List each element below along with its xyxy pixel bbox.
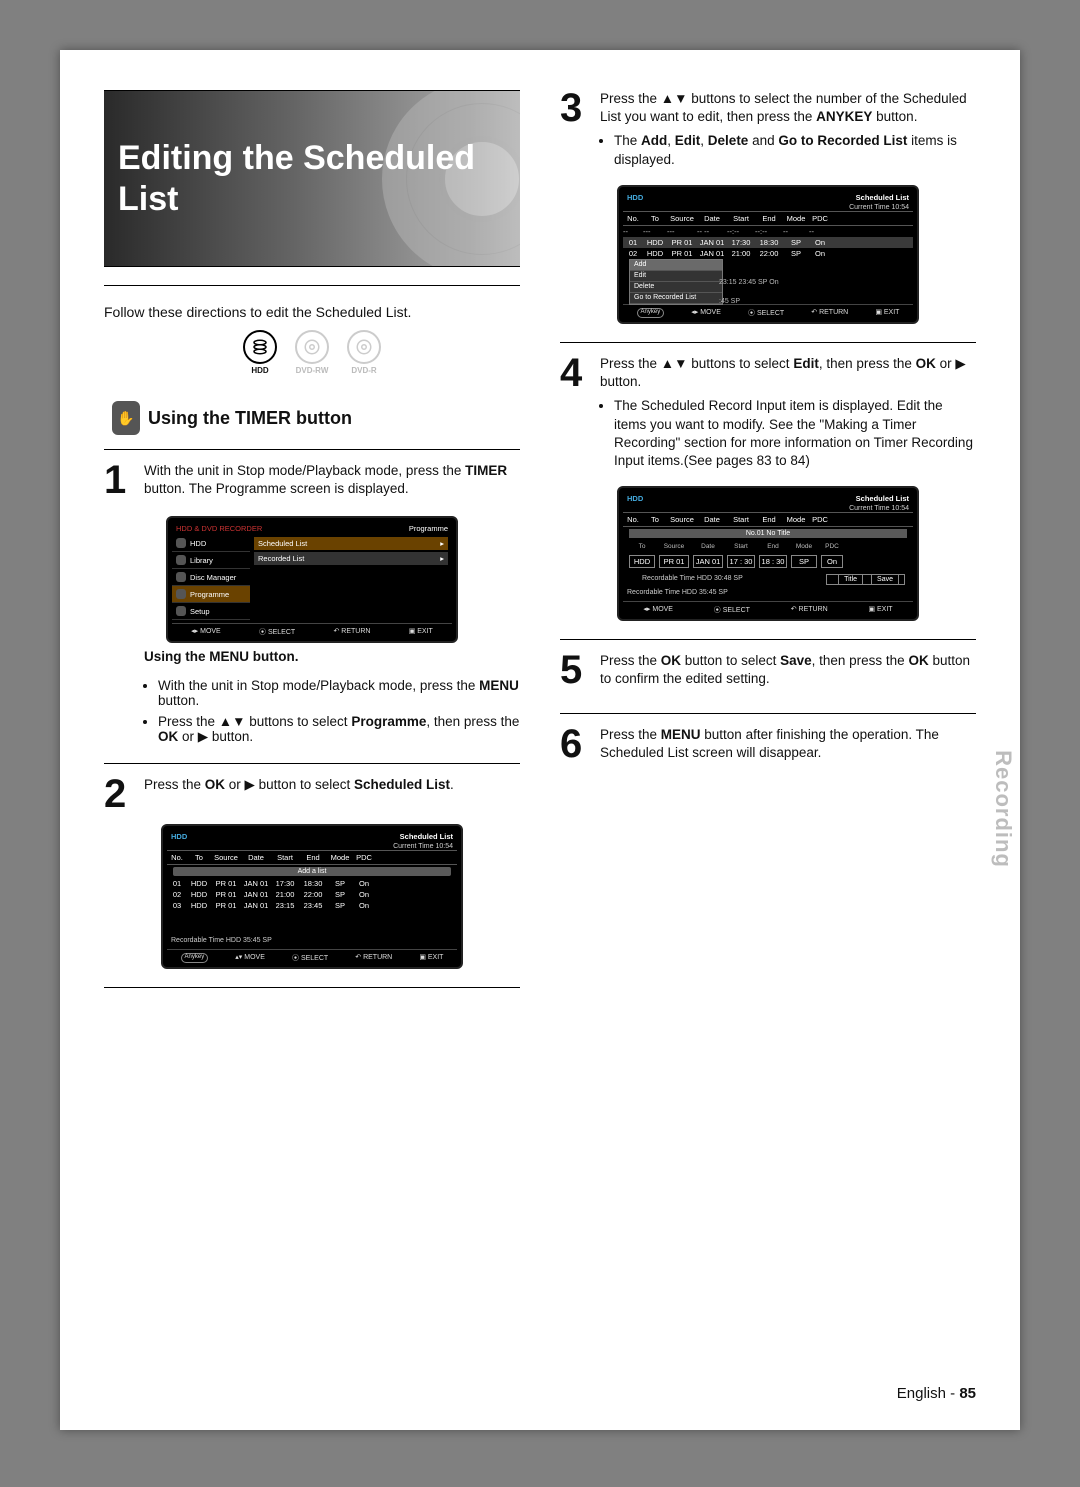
list-item: Press the ▲▼ buttons to select Programme… — [158, 714, 520, 745]
badge-label: DVD-R — [351, 366, 376, 375]
osd-hdd-label: HDD — [171, 832, 187, 841]
step-number: 4 — [560, 355, 594, 474]
osd-edit-bar: No.01 No Title — [629, 529, 907, 538]
hdd-badge: HDD — [238, 330, 282, 375]
step-text: Press the ▲▼ buttons to select the numbe… — [600, 90, 976, 126]
section-tab: Recording — [986, 742, 1020, 876]
dvd-rw-badge: DVD-RW — [290, 330, 334, 375]
left-column: Editing the Scheduled List Follow these … — [104, 90, 520, 996]
step-4: 4 Press the ▲▼ buttons to select Edit, t… — [560, 355, 976, 474]
ctx-item-add: Add — [630, 260, 722, 271]
step-3: 3 Press the ▲▼ buttons to select the num… — [560, 90, 976, 173]
osd-panel-item: Scheduled List — [258, 539, 307, 548]
osd-hint: EXIT — [417, 628, 433, 635]
osd-side-menu: HDD Library Disc Manager Programme Setup — [172, 535, 250, 620]
step-number: 6 — [560, 726, 594, 768]
step-text: Press the MENU button after finishing th… — [600, 726, 976, 762]
step-bullet: The Scheduled Record Input item is displ… — [614, 397, 976, 470]
osd-menu-item: Library — [190, 556, 213, 565]
dvd-r-badge: DVD-R — [342, 330, 386, 375]
step-number: 5 — [560, 652, 594, 694]
list-item: With the unit in Stop mode/Playback mode… — [158, 678, 520, 708]
osd-add-row: Add a list — [173, 867, 451, 876]
ctx-item-delete: Delete — [630, 282, 722, 293]
step-bullet: The Add, Edit, Delete and Go to Recorded… — [614, 132, 976, 168]
step-2: 2 Press the OK or ▶ button to select Sch… — [104, 776, 520, 812]
ctx-item-recorded: Go to Recorded List — [630, 293, 722, 304]
step-number: 1 — [104, 462, 138, 504]
step1-sub-heading: Using the MENU button. — [144, 649, 520, 664]
osd-edit-values: HDDPR 01JAN 0117 : 3018 : 30SPOn — [623, 553, 913, 570]
page-number: 85 — [959, 1385, 976, 1402]
osd-title-btn: Title — [838, 574, 863, 585]
step-5: 5 Press the OK button to select Save, th… — [560, 652, 976, 694]
scheduled-list-osd: HDD Scheduled List Current Time 10:54 No… — [161, 824, 463, 969]
osd-menu-item: Programme — [190, 590, 229, 599]
osd-hint: RETURN — [341, 628, 370, 635]
step-6: 6 Press the MENU button after finishing … — [560, 726, 976, 768]
intro-text: Follow these directions to edit the Sche… — [104, 304, 520, 320]
osd-menu-item: Setup — [190, 607, 210, 616]
step-text: Press the ▲▼ buttons to select Edit, the… — [600, 355, 976, 391]
anykey-pill: Anykey — [181, 953, 209, 963]
osd-rec-time2: Recordable Time HDD 30:48 SP — [637, 574, 748, 585]
osd-row: 03HDDPR 01JAN 0123:1523:45SPOn — [167, 900, 457, 911]
osd-time: Current Time 10:54 — [167, 843, 457, 850]
section-title: Editing the Scheduled List — [104, 138, 520, 220]
disc-icon — [347, 330, 381, 364]
osd-row: 01HDDPR 01JAN 0117:3018:30SPOn — [167, 878, 457, 889]
osd-menu-item: HDD — [190, 539, 206, 548]
step-number: 2 — [104, 776, 138, 812]
badge-label: HDD — [251, 366, 268, 375]
osd-brand: HDD & DVD RECORDER — [176, 524, 262, 533]
media-badges: HDD DVD-RW DVD-R — [104, 330, 520, 375]
subsection-heading-row: ✋ Using the TIMER button — [112, 401, 520, 435]
subsection-heading: Using the TIMER button — [148, 408, 352, 429]
page-footer: English - 85 — [897, 1385, 976, 1402]
osd-label-programme: Programme — [409, 524, 448, 533]
disc-icon — [295, 330, 329, 364]
manual-page: Editing the Scheduled List Follow these … — [60, 50, 1020, 1430]
osd-save-btn: Save — [871, 574, 899, 585]
osd-title: Scheduled List — [400, 832, 453, 841]
context-menu: Add Edit Delete Go to Recorded List — [629, 259, 723, 305]
step1-sub-list: With the unit in Stop mode/Playback mode… — [144, 678, 520, 745]
footer-language: English - — [897, 1385, 960, 1402]
badge-label: DVD-RW — [296, 366, 329, 375]
step-number: 3 — [560, 90, 594, 173]
section-title-card: Editing the Scheduled List — [104, 90, 520, 267]
osd-panel: Scheduled List▸ Recorded List▸ — [250, 535, 452, 620]
hdd-icon — [243, 330, 277, 364]
scheduled-list-context-osd: HDD Scheduled List Current Time 10:54 No… — [617, 185, 919, 324]
right-column: 3 Press the ▲▼ buttons to select the num… — [560, 90, 976, 996]
osd-hint: SELECT — [268, 629, 295, 636]
osd-panel-item: Recorded List — [258, 554, 304, 563]
programme-osd: HDD & DVD RECORDER Programme HDD Library… — [166, 516, 458, 643]
step-text: Press the OK button to select Save, then… — [600, 652, 976, 688]
ctx-item-edit: Edit — [630, 271, 722, 282]
step-text: Press the OK or ▶ button to select Sched… — [144, 776, 520, 794]
osd-col-headers: No.ToSourceDateStartEndModePDC — [167, 850, 457, 865]
hand-icon: ✋ — [112, 401, 140, 435]
osd-menu-item: Disc Manager — [190, 573, 236, 582]
osd-row: 02HDDPR 01JAN 0121:0022:00SPOn — [167, 889, 457, 900]
osd-hint: MOVE — [200, 628, 221, 635]
edit-record-osd: HDD Scheduled List Current Time 10:54 No… — [617, 486, 919, 621]
step-1: 1 With the unit in Stop mode/Playback mo… — [104, 462, 520, 504]
osd-rec-time: Recordable Time HDD 35:45 SP — [167, 935, 457, 946]
step-text: With the unit in Stop mode/Playback mode… — [144, 462, 520, 498]
